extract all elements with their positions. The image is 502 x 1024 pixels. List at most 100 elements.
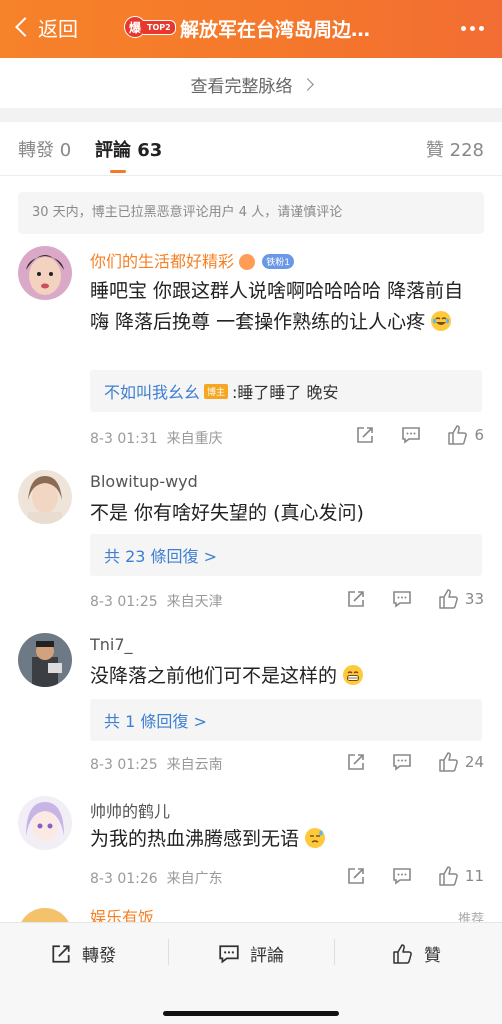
- thumbs-up-icon: [439, 589, 458, 609]
- share-icon: [357, 427, 374, 443]
- avatar[interactable]: [18, 470, 72, 524]
- comment-icon: [393, 868, 411, 885]
- hot-rank-badge: 爆 TOP2: [124, 16, 176, 38]
- back-label: 返回: [38, 16, 78, 41]
- share-button[interactable]: [355, 425, 375, 445]
- comment-text: 没降落之前他们可不是这样的: [90, 661, 482, 692]
- reply-text: :睡了睡了 晚安: [232, 383, 339, 402]
- like-button[interactable]: 33: [438, 588, 484, 610]
- chevron-left-icon: [15, 17, 35, 37]
- author-badge: 博主: [204, 383, 229, 399]
- comment-icon: [393, 591, 411, 608]
- top-nav-bar: 返回 爆 TOP2 解放军在台湾岛周边…: [0, 0, 502, 58]
- thumbs-up-icon: [439, 866, 458, 886]
- avatar[interactable]: [18, 796, 72, 850]
- comment-actions: 33: [320, 588, 484, 610]
- active-tab-indicator: [110, 170, 126, 173]
- comment-text-content: 没降落之前他们可不是这样的: [90, 665, 338, 687]
- divider: [0, 108, 502, 122]
- comment-text: 不是 你有啥好失望的 (真心发问): [90, 502, 364, 524]
- thumbs-up-icon: [448, 425, 468, 445]
- share-icon: [348, 868, 364, 884]
- like-button[interactable]: 6: [447, 424, 484, 446]
- comment-actions: 11: [320, 865, 484, 887]
- replies-count-label[interactable]: 共 23 條回復 >: [104, 543, 217, 567]
- reply-button[interactable]: [392, 752, 412, 772]
- reply-username[interactable]: 不如叫我幺幺: [104, 379, 200, 403]
- repost-label: 轉發: [82, 946, 116, 966]
- back-button[interactable]: 返回: [12, 12, 78, 42]
- comment-text: 睡吧宝 你跟这群人说啥啊哈哈哈哈 降落前自嗨 降落后挽尊 一套操作熟练的让人心疼: [90, 276, 482, 338]
- home-indicator[interactable]: [163, 1011, 339, 1016]
- view-full-context-button[interactable]: 查看完整脉络: [0, 58, 502, 110]
- comment-username[interactable]: Tni7_: [90, 635, 133, 654]
- reply-preview[interactable]: 不如叫我幺幺 博主 :睡了睡了 晚安: [90, 370, 482, 412]
- share-icon: [52, 944, 70, 963]
- comment-icon: [393, 754, 411, 771]
- comment-meta: 8-3 01:31 来自重庆: [90, 428, 223, 448]
- tab-repost[interactable]: 轉發 0: [18, 136, 71, 162]
- chevron-right-icon: [300, 77, 314, 91]
- like-count: 24: [464, 753, 484, 771]
- vip-badge-icon: [239, 254, 256, 270]
- divider: [168, 939, 169, 965]
- context-label: 查看完整脉络: [190, 76, 293, 97]
- sweat-emoji-icon: [305, 828, 326, 848]
- like-button[interactable]: 24: [438, 751, 484, 773]
- moderation-notice: 30 天内，博主已拉黑恶意评论用户 4 人，请谨慎评论: [18, 192, 484, 234]
- username-text[interactable]: 你们的生活都好精彩: [90, 252, 234, 271]
- like-count: 6: [474, 426, 484, 444]
- view-replies-button[interactable]: 共 23 條回復 >: [90, 534, 482, 576]
- page-title[interactable]: 解放军在台湾岛周边…: [180, 15, 370, 42]
- share-button[interactable]: [346, 752, 366, 772]
- fan-badge: 铁粉1: [262, 254, 294, 269]
- comment-icon: [402, 427, 421, 444]
- grin-emoji-icon: [343, 665, 364, 685]
- share-button[interactable]: [346, 589, 366, 609]
- bottom-action-bar: 轉發 評論 贊: [0, 922, 502, 1024]
- like-count: 11: [464, 867, 484, 885]
- comment-username[interactable]: 帅帅的鹤儿: [90, 798, 170, 822]
- share-button[interactable]: [346, 866, 366, 886]
- like-button[interactable]: 贊: [392, 941, 441, 966]
- comment-meta: 8-3 01:25 来自云南: [90, 754, 223, 774]
- comment-text-content: 为我的热血沸腾感到无语: [90, 828, 300, 850]
- tab-comments[interactable]: 評論 63: [95, 136, 162, 162]
- comment-username[interactable]: 你们的生活都好精彩 铁粉1: [90, 248, 294, 272]
- comment-meta: 8-3 01:25 来自天津: [90, 591, 223, 611]
- comment-text: 为我的热血沸腾感到无语: [90, 824, 482, 855]
- tab-bar: 轉發 0 評論 63 贊 228: [0, 122, 502, 176]
- comment-time: 8-3 01:31: [90, 431, 158, 447]
- comment-location: 来自广东: [166, 871, 223, 887]
- thumbs-up-icon: [393, 943, 412, 964]
- comment-label: 評論: [250, 946, 284, 966]
- comment-meta: 8-3 01:26 来自广东: [90, 868, 223, 888]
- share-icon: [348, 591, 364, 607]
- comment-time: 8-3 01:26: [90, 871, 158, 887]
- tab-likes[interactable]: 贊 228: [426, 136, 484, 162]
- more-icon[interactable]: [461, 26, 484, 31]
- comment-actions: 6: [329, 424, 484, 446]
- comment-actions: 24: [320, 751, 484, 773]
- repost-button[interactable]: 轉發: [50, 941, 116, 966]
- comment-time: 8-3 01:25: [90, 594, 158, 610]
- comment-button[interactable]: 評論: [218, 941, 284, 966]
- reply-button[interactable]: [392, 589, 412, 609]
- comment-time: 8-3 01:25: [90, 757, 158, 773]
- view-replies-button[interactable]: 共 1 條回復 >: [90, 699, 482, 741]
- avatar[interactable]: [18, 633, 72, 687]
- like-button[interactable]: 11: [438, 865, 484, 887]
- like-label: 贊: [424, 946, 441, 966]
- comment-location: 来自云南: [166, 757, 223, 773]
- thumbs-up-icon: [439, 752, 458, 772]
- share-icon: [348, 754, 364, 770]
- comment-icon: [219, 944, 239, 963]
- divider: [334, 939, 335, 965]
- comment-location: 来自天津: [166, 594, 223, 610]
- comment-location: 来自重庆: [166, 431, 223, 447]
- comment-username[interactable]: Blowitup-wyd: [90, 472, 198, 491]
- replies-count-label[interactable]: 共 1 條回復 >: [104, 708, 207, 732]
- avatar[interactable]: [18, 246, 72, 300]
- reply-button[interactable]: [392, 866, 412, 886]
- reply-button[interactable]: [401, 425, 421, 445]
